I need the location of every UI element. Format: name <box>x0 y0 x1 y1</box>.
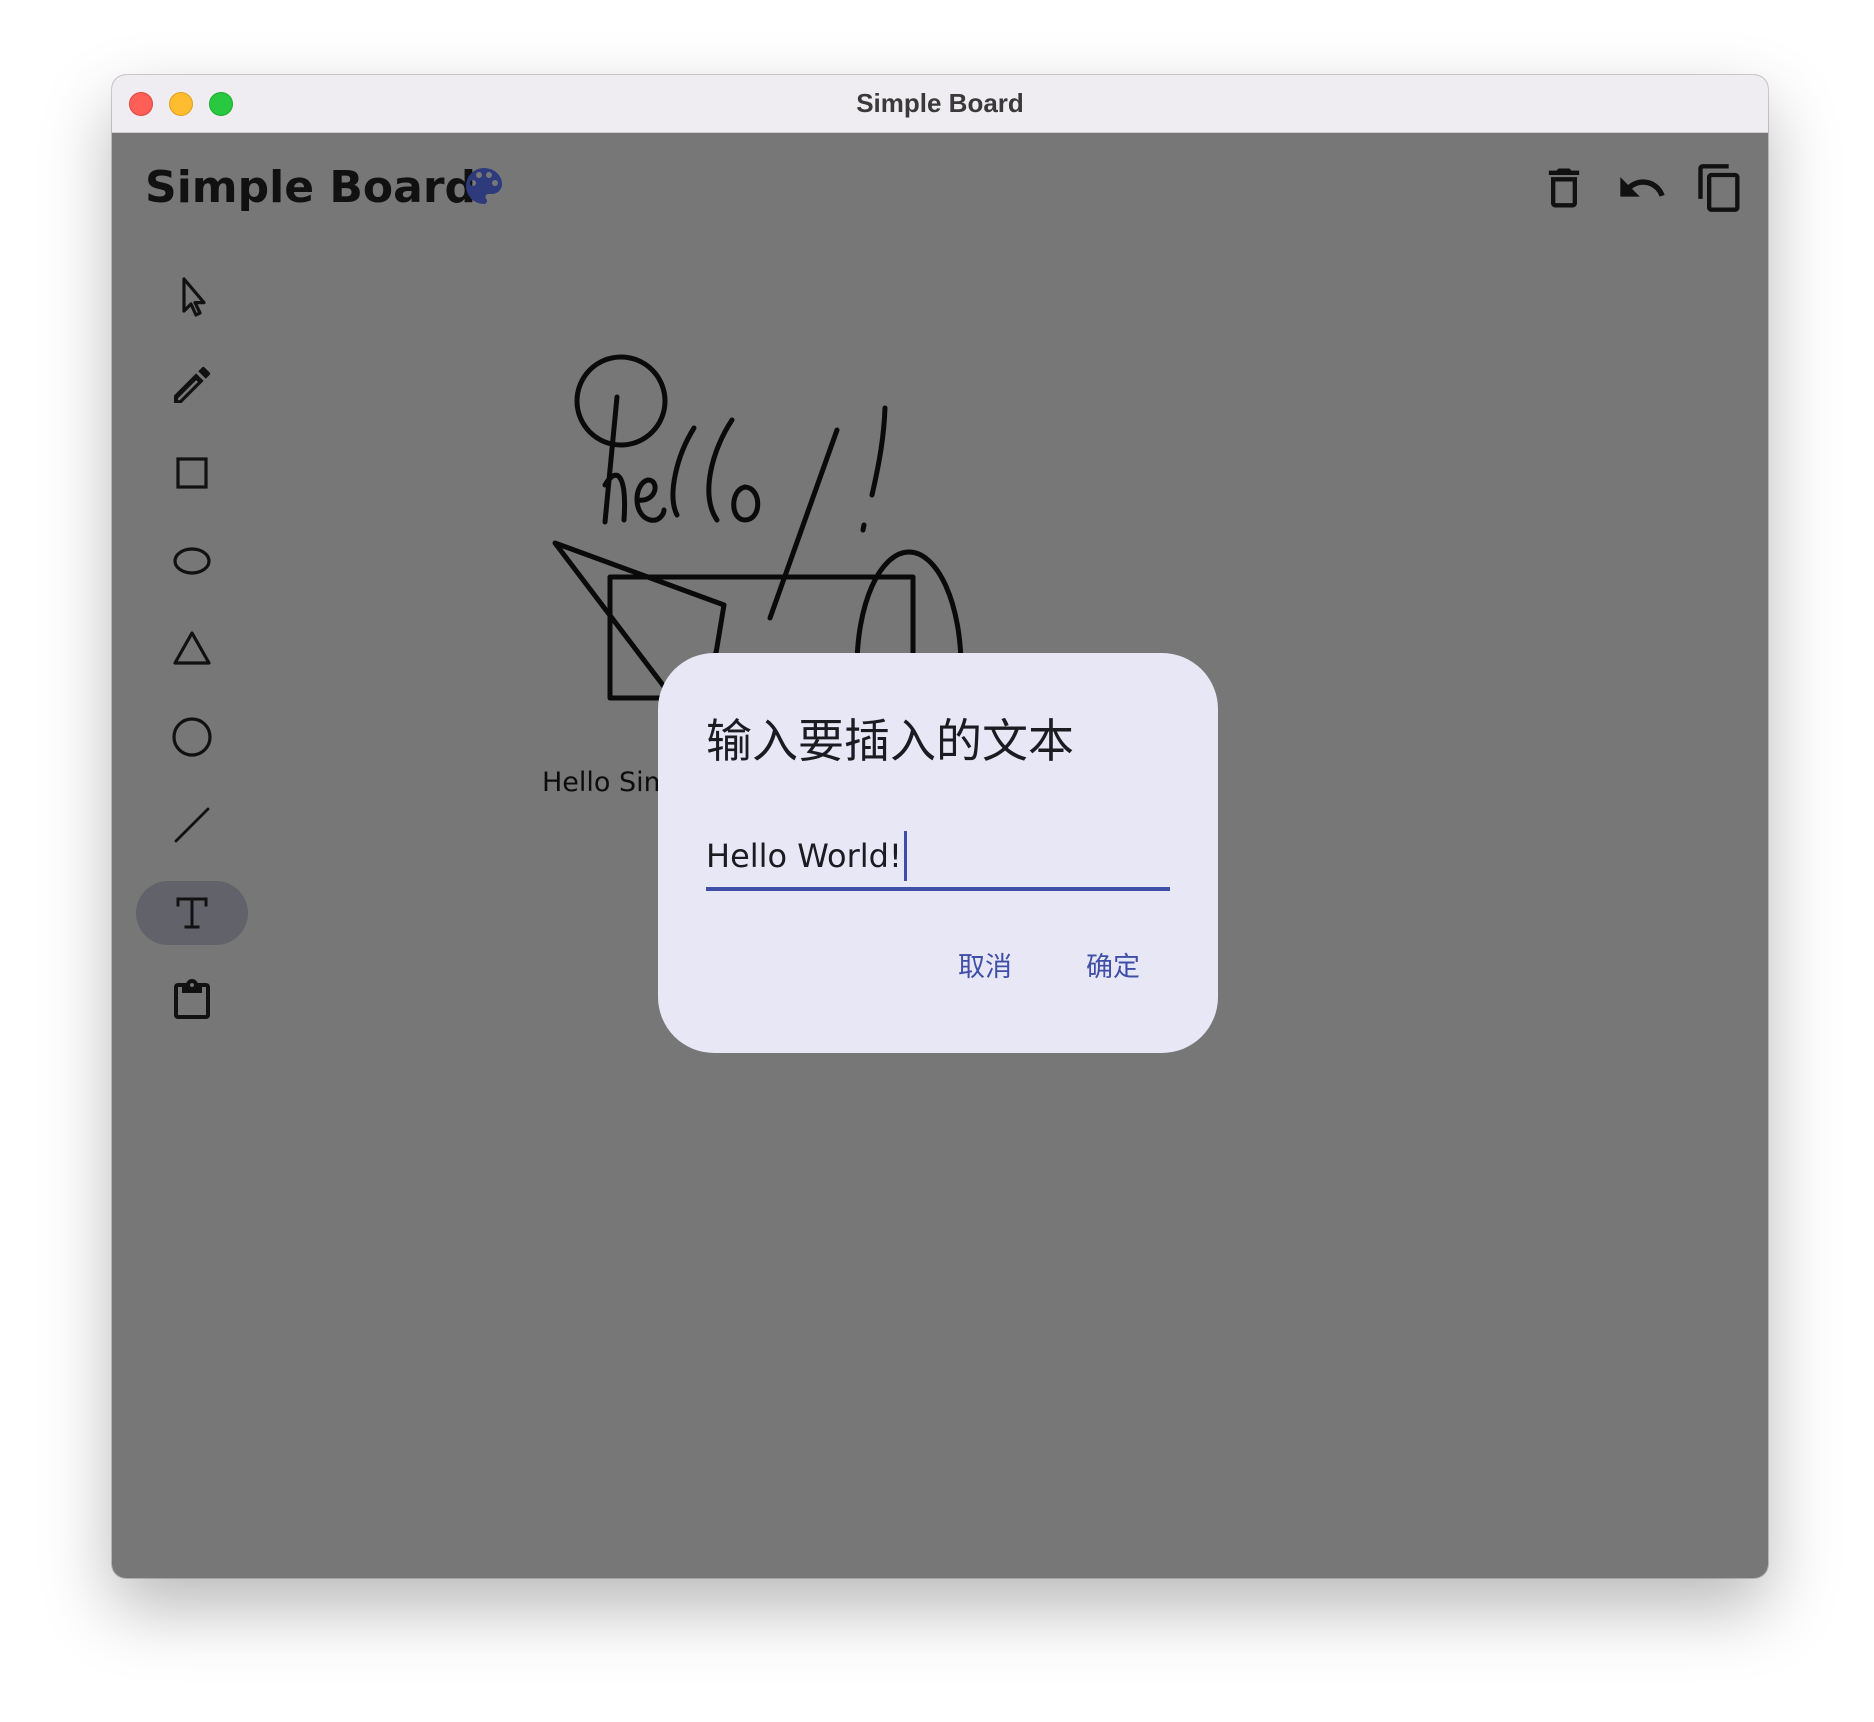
delete-button[interactable] <box>1538 162 1590 214</box>
tool-text[interactable] <box>136 881 248 945</box>
app-title: Simple Board <box>145 162 477 213</box>
tool-select[interactable] <box>136 265 248 329</box>
copy-icon <box>1698 164 1740 212</box>
tool-ellipse[interactable] <box>136 529 248 593</box>
palette-icon <box>466 168 502 204</box>
tool-triangle[interactable] <box>136 617 248 681</box>
triangle-icon <box>173 631 211 665</box>
undo-button[interactable] <box>1616 162 1668 214</box>
app-header: Simple Board <box>112 132 1768 232</box>
tool-line[interactable] <box>136 793 248 857</box>
palette-button[interactable] <box>460 162 508 210</box>
drawn-circle <box>574 354 668 448</box>
tool-pen[interactable] <box>136 353 248 417</box>
cancel-button[interactable]: 取消 <box>958 945 1012 984</box>
tool-circle[interactable] <box>136 705 248 769</box>
confirm-button[interactable]: 确定 <box>1086 945 1140 984</box>
text-input-value: Hello World! <box>706 837 902 875</box>
dialog-title: 输入要插入的文本 <box>706 714 1074 768</box>
undo-icon <box>1620 177 1665 197</box>
text-t-icon <box>176 897 208 929</box>
window-title: Simple Board <box>856 88 1024 118</box>
trash-icon <box>1548 168 1580 208</box>
rectangle-icon <box>176 457 208 489</box>
line-icon <box>174 807 210 843</box>
circle-icon <box>172 717 212 757</box>
cursor-arrow-icon <box>182 277 206 317</box>
handwriting-exclaim <box>860 405 888 533</box>
title-bar: Simple Board <box>112 75 1768 133</box>
insert-text-dialog: 输入要插入的文本 Hello World! 取消 确定 <box>658 653 1218 1053</box>
tool-rectangle[interactable] <box>136 441 248 505</box>
app-window: Simple Board Simple Board Hello 输入要插入的文本… <box>112 75 1768 1578</box>
text-caret <box>903 831 907 881</box>
copy-button[interactable] <box>1694 162 1746 214</box>
handwriting-hello <box>602 394 761 525</box>
text-input-field[interactable]: Hello World! <box>706 811 1170 891</box>
clipboard-icon <box>174 979 210 1019</box>
pencil-icon <box>174 366 211 403</box>
tool-clipboard[interactable] <box>136 969 248 1033</box>
ellipse-icon <box>173 547 211 575</box>
handwriting-slash <box>767 427 840 621</box>
